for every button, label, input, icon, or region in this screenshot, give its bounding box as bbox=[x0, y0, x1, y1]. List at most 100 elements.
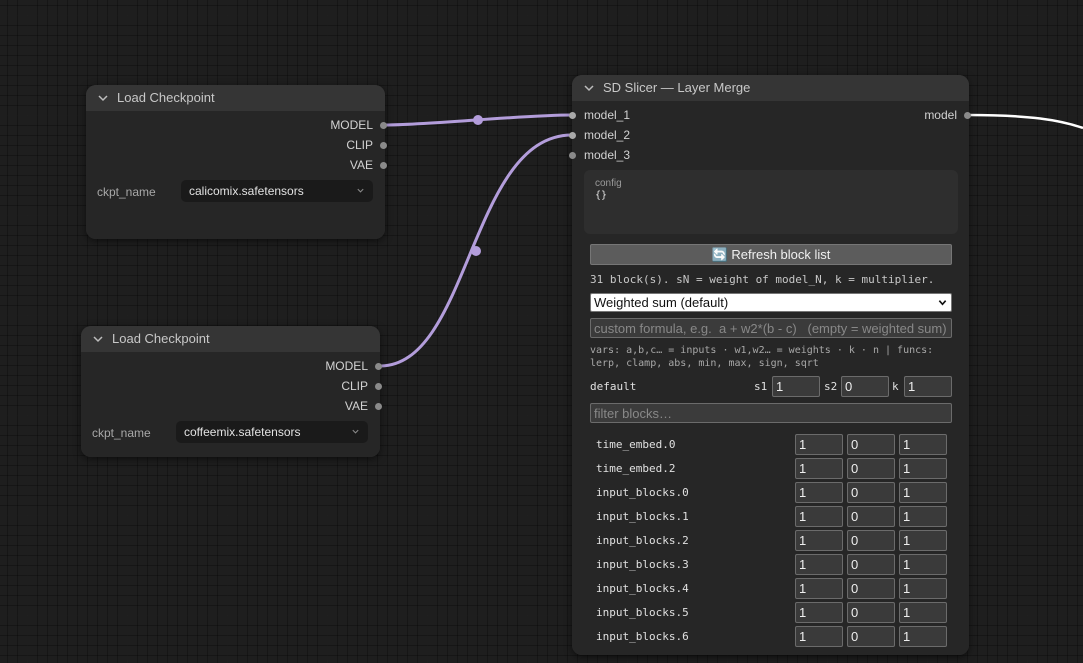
block-name: input_blocks.3 bbox=[596, 558, 689, 571]
collapse-chevron-icon[interactable] bbox=[583, 82, 595, 94]
block-name: input_blocks.6 bbox=[596, 630, 689, 643]
output-slot-clip[interactable]: CLIP bbox=[230, 376, 382, 396]
link-output-model[interactable] bbox=[967, 113, 1083, 130]
block-s1-input[interactable] bbox=[795, 530, 843, 551]
output-slot-model[interactable]: MODEL bbox=[230, 356, 382, 376]
slot-dot-icon[interactable] bbox=[964, 112, 971, 119]
default-k-input[interactable] bbox=[904, 376, 952, 397]
output-slot-model[interactable]: model bbox=[819, 105, 971, 125]
slot-label: model_3 bbox=[584, 148, 631, 162]
block-s2-input[interactable] bbox=[847, 554, 895, 575]
node-body: MODEL CLIP VAE ckpt_name calicomix.safet… bbox=[86, 111, 387, 239]
formula-vars-help: vars: a,b,c… = inputs · w1,w2… = weights… bbox=[590, 345, 934, 369]
input-slot-model-1[interactable]: model_1 bbox=[569, 105, 722, 125]
slot-label: CLIP bbox=[341, 379, 368, 393]
block-k-input[interactable] bbox=[899, 626, 947, 647]
slot-label: MODEL bbox=[325, 359, 368, 373]
slot-dot-icon[interactable] bbox=[380, 142, 387, 149]
block-row: time_embed.0 bbox=[572, 433, 972, 457]
block-k-input[interactable] bbox=[899, 554, 947, 575]
ckpt-name-combo[interactable]: calicomix.safetensors bbox=[181, 180, 373, 202]
input-slot-model-3[interactable]: model_3 bbox=[569, 145, 722, 165]
slot-label: model_2 bbox=[584, 128, 631, 142]
output-slot-model[interactable]: MODEL bbox=[235, 115, 387, 135]
ckpt-name-label: ckpt_name bbox=[97, 185, 156, 199]
link-model-a-midpoint[interactable] bbox=[473, 115, 483, 125]
block-s2-input[interactable] bbox=[847, 506, 895, 527]
ckpt-name-combo[interactable]: coffeemix.safetensors bbox=[176, 421, 368, 443]
block-s2-input[interactable] bbox=[847, 530, 895, 551]
block-k-input[interactable] bbox=[899, 578, 947, 599]
link-model-b[interactable] bbox=[379, 133, 573, 368]
k-label: k bbox=[892, 380, 899, 393]
block-k-input[interactable] bbox=[899, 530, 947, 551]
block-s2-input[interactable] bbox=[847, 458, 895, 479]
refresh-block-list-button[interactable]: 🔄 Refresh block list bbox=[590, 244, 952, 265]
output-slot-vae[interactable]: VAE bbox=[230, 396, 382, 416]
block-s1-input[interactable] bbox=[795, 602, 843, 623]
block-row: input_blocks.0 bbox=[572, 481, 972, 505]
collapse-chevron-icon[interactable] bbox=[97, 92, 109, 104]
chevron-down-icon bbox=[357, 188, 364, 193]
link-model-b-midpoint[interactable] bbox=[471, 246, 481, 256]
block-s2-input[interactable] bbox=[847, 578, 895, 599]
block-s1-input[interactable] bbox=[795, 458, 843, 479]
filter-blocks-input[interactable] bbox=[590, 403, 952, 423]
block-s2-input[interactable] bbox=[847, 482, 895, 503]
link-model-a[interactable] bbox=[384, 113, 573, 127]
slot-dot-icon[interactable] bbox=[380, 122, 387, 129]
default-s1-input[interactable] bbox=[772, 376, 820, 397]
block-name: time_embed.0 bbox=[596, 438, 676, 451]
block-s2-input[interactable] bbox=[847, 434, 895, 455]
slot-dot-icon[interactable] bbox=[569, 132, 576, 139]
config-textarea[interactable]: config {} bbox=[584, 170, 958, 234]
block-row: input_blocks.4 bbox=[572, 577, 972, 601]
block-name: time_embed.2 bbox=[596, 462, 676, 475]
block-s2-input[interactable] bbox=[847, 602, 895, 623]
default-s2-input[interactable] bbox=[841, 376, 889, 397]
default-row-label: default bbox=[590, 380, 637, 393]
block-row: input_blocks.1 bbox=[572, 505, 972, 529]
s1-label: s1 bbox=[754, 380, 768, 393]
node-body: MODEL CLIP VAE ckpt_name coffeemix.safet… bbox=[81, 352, 382, 457]
block-k-input[interactable] bbox=[899, 434, 947, 455]
chevron-down-icon bbox=[352, 429, 359, 434]
ckpt-name-value: coffeemix.safetensors bbox=[184, 425, 301, 439]
block-k-input[interactable] bbox=[899, 482, 947, 503]
block-k-input[interactable] bbox=[899, 602, 947, 623]
block-s1-input[interactable] bbox=[795, 506, 843, 527]
slot-dot-icon[interactable] bbox=[375, 363, 382, 370]
block-s1-input[interactable] bbox=[795, 578, 843, 599]
custom-formula-input[interactable] bbox=[590, 318, 952, 338]
slot-label: model_1 bbox=[584, 108, 631, 122]
load-checkpoint-node-b[interactable]: Load Checkpoint MODEL CLIP VAE ckpt_name… bbox=[81, 326, 382, 457]
slot-label: model bbox=[924, 108, 957, 122]
merge-mode-select[interactable]: Weighted sum (default) bbox=[590, 293, 952, 312]
block-s2-input[interactable] bbox=[847, 626, 895, 647]
slot-dot-icon[interactable] bbox=[569, 112, 576, 119]
node-title-bar[interactable]: SD Slicer — Layer Merge bbox=[572, 75, 969, 101]
node-title: Load Checkpoint bbox=[117, 90, 215, 105]
ckpt-name-label: ckpt_name bbox=[92, 426, 151, 440]
slot-dot-icon[interactable] bbox=[569, 152, 576, 159]
block-s1-input[interactable] bbox=[795, 626, 843, 647]
node-title-bar[interactable]: Load Checkpoint bbox=[81, 326, 380, 352]
node-title-bar[interactable]: Load Checkpoint bbox=[86, 85, 385, 111]
block-s1-input[interactable] bbox=[795, 482, 843, 503]
block-s1-input[interactable] bbox=[795, 554, 843, 575]
block-list: time_embed.0 time_embed.2 input_blocks.0… bbox=[572, 433, 969, 663]
block-name: input_blocks.1 bbox=[596, 510, 689, 523]
slot-dot-icon[interactable] bbox=[375, 403, 382, 410]
block-k-input[interactable] bbox=[899, 458, 947, 479]
output-slot-vae[interactable]: VAE bbox=[235, 155, 387, 175]
block-k-input[interactable] bbox=[899, 506, 947, 527]
collapse-chevron-icon[interactable] bbox=[92, 333, 104, 345]
sd-slicer-node[interactable]: SD Slicer — Layer Merge model_1 model_2 … bbox=[569, 75, 971, 655]
slot-dot-icon[interactable] bbox=[375, 383, 382, 390]
merge-mode-value: Weighted sum (default) bbox=[594, 295, 729, 310]
input-slot-model-2[interactable]: model_2 bbox=[569, 125, 722, 145]
load-checkpoint-node-a[interactable]: Load Checkpoint MODEL CLIP VAE ckpt_name… bbox=[86, 85, 387, 239]
output-slot-clip[interactable]: CLIP bbox=[235, 135, 387, 155]
slot-dot-icon[interactable] bbox=[380, 162, 387, 169]
block-s1-input[interactable] bbox=[795, 434, 843, 455]
